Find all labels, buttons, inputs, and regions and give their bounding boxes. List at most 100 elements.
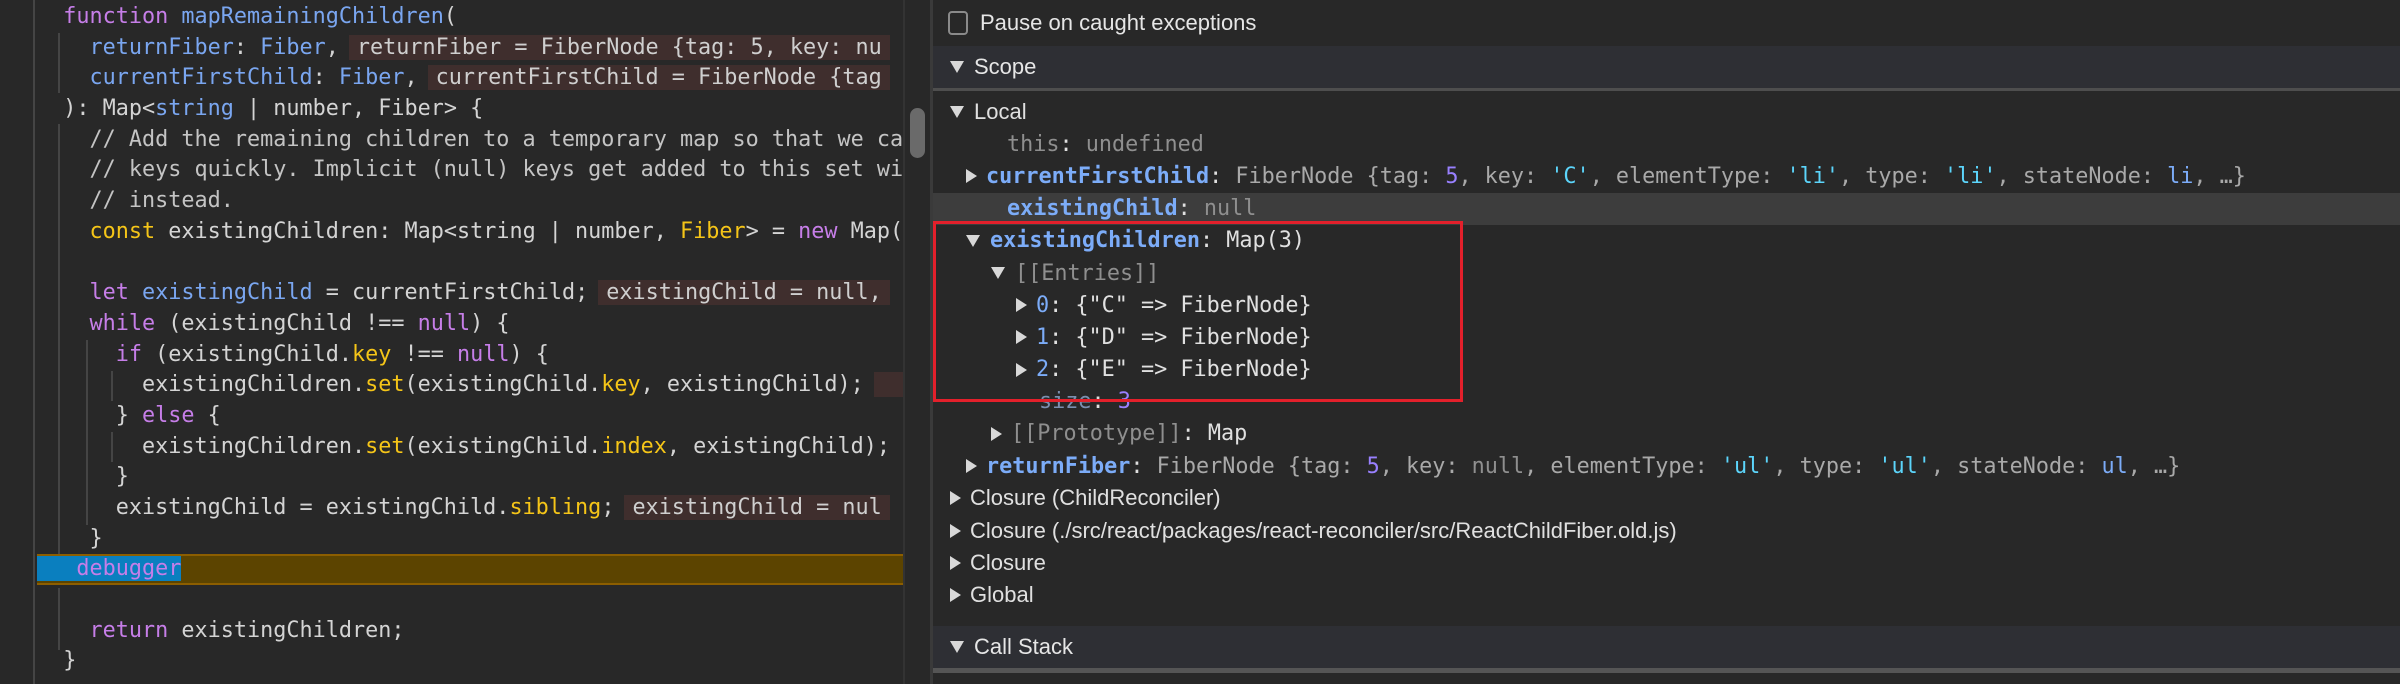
editor-scrollbar-thumb[interactable]: [910, 108, 925, 158]
code-line[interactable]: // Add the remaining children to a tempo…: [37, 125, 903, 156]
property-name: size: [1039, 389, 1092, 415]
inline-value-preview: returnFiber = FiberNode {tag: 5, key: nu: [348, 34, 890, 60]
property-name: existingChildren: [990, 228, 1200, 254]
code-token: ,: [325, 34, 339, 60]
code-line[interactable]: [37, 248, 903, 279]
code-line[interactable]: existingChildren.set(existingChild.index…: [37, 432, 903, 463]
scope-group[interactable]: Closure (./src/react/packages/react-reco…: [933, 514, 2400, 546]
property-value: , …}: [2127, 453, 2181, 479]
property-name: 0: [1036, 292, 1050, 318]
property-name: existingChild: [1007, 196, 1178, 222]
code-token: Fiber: [260, 34, 326, 60]
property-name: Closure (./src/react/packages/react-reco…: [970, 517, 1677, 543]
inline-value-preview: existingChild = nul: [624, 495, 890, 520]
property-value: :: [1130, 453, 1157, 479]
code-token: sibling: [509, 495, 602, 520]
code-token: Fiber: [680, 218, 746, 244]
code-token: function: [63, 4, 169, 29]
code-line[interactable]: }: [37, 646, 903, 677]
divider: [933, 668, 2400, 673]
code-line[interactable]: // instead.: [37, 186, 903, 217]
source-editor[interactable]: function mapRemainingChildren( returnFib…: [0, 0, 930, 684]
code-line[interactable]: return existingChildren;: [37, 616, 903, 647]
triangle-right-icon[interactable]: [991, 426, 1002, 441]
pause-caught-checkbox[interactable]: [948, 11, 968, 35]
call-stack-section-header[interactable]: Call Stack: [933, 626, 2400, 668]
triangle-right-icon[interactable]: [1016, 298, 1027, 313]
scope-property[interactable]: this: undefined: [933, 128, 2400, 160]
triangle-down-icon[interactable]: [991, 267, 1005, 280]
code-line[interactable]: existingChildren.set(existingChild.key, …: [37, 370, 903, 401]
triangle-right-icon[interactable]: [950, 555, 961, 570]
code-line[interactable]: ): Map<string | number, Fiber> {: [37, 94, 903, 125]
code-token: currentFirstChild: [89, 65, 313, 91]
scope-group[interactable]: Closure (ChildReconciler): [933, 482, 2400, 514]
code-line[interactable]: function mapRemainingChildren(: [37, 2, 903, 33]
scope-property[interactable]: 2: {"E" => FiberNode}: [933, 354, 2400, 386]
code-token: null: [456, 341, 510, 367]
code-token: Map(: [837, 218, 903, 244]
paused-line[interactable]: debugger: [37, 554, 903, 586]
code-token: !==: [391, 341, 457, 367]
code-token: existingChild: [142, 280, 313, 306]
code-token: (existingChild.: [142, 341, 352, 367]
pause-on-caught-exceptions[interactable]: Pause on caught exceptions: [933, 0, 2400, 46]
code-line[interactable]: const existingChildren: Map<string | num…: [37, 217, 904, 248]
scope-property[interactable]: existingChild: null: [933, 192, 2400, 225]
code-line[interactable]: [37, 585, 903, 616]
code-token: // instead.: [37, 188, 234, 214]
code-line[interactable]: if (existingChild.key !== null) {: [37, 340, 903, 371]
triangle-right-icon[interactable]: [950, 587, 961, 602]
scope-property[interactable]: 0: {"C" => FiberNode}: [933, 289, 2400, 321]
code-line[interactable]: }: [37, 462, 903, 493]
scope-property[interactable]: size: 3: [933, 386, 2400, 418]
scope-group[interactable]: Local: [933, 96, 2400, 128]
scope-property[interactable]: [[Prototype]]: Map: [933, 418, 2400, 450]
code-line[interactable]: existingChild = existingChild.sibling; ex…: [37, 493, 903, 524]
triangle-right-icon[interactable]: [1016, 362, 1027, 377]
triangle-right-icon[interactable]: [966, 169, 977, 184]
triangle-down-icon[interactable]: [950, 106, 964, 119]
code-line[interactable]: returnFiber: Fiber, returnFiber = FiberNo…: [37, 33, 903, 64]
call-stack-title: Call Stack: [974, 634, 1074, 659]
code-token: ;: [601, 495, 615, 520]
code-line[interactable]: }: [37, 524, 903, 555]
code-token: ): Map<: [37, 96, 156, 122]
code-token: ) {: [509, 341, 549, 367]
scope-property[interactable]: returnFiber: FiberNode {tag: 5, key: nul…: [933, 450, 2400, 482]
code-line[interactable]: } else {: [37, 401, 903, 432]
code-token: let: [89, 280, 129, 306]
scope-property[interactable]: [[Entries]]: [933, 257, 2400, 289]
property-value: 5: [1445, 163, 1459, 189]
scope-section-header[interactable]: Scope: [933, 46, 2400, 88]
property-value: 'C': [1550, 163, 1590, 189]
scope-group[interactable]: Closure: [933, 547, 2400, 579]
scope-property[interactable]: 1: {"D" => FiberNode}: [933, 321, 2400, 353]
triangle-right-icon[interactable]: [966, 459, 977, 474]
property-value: :: [1091, 389, 1118, 415]
code-line[interactable]: currentFirstChild: Fiber, currentFirstChi…: [37, 63, 903, 94]
code-token: (existingChild !==: [155, 310, 418, 336]
code-token: while: [89, 310, 156, 336]
scope-group[interactable]: Global: [933, 579, 2400, 611]
scope-property[interactable]: existingChildren: Map(3): [933, 225, 2400, 257]
code-lines[interactable]: function mapRemainingChildren( returnFib…: [37, 2, 903, 677]
scope-property[interactable]: currentFirstChild: FiberNode {tag: 5, ke…: [933, 160, 2400, 192]
property-value: ul: [2101, 453, 2128, 479]
triangle-right-icon[interactable]: [950, 491, 961, 506]
code-line[interactable]: // keys quickly. Implicit (null) keys ge…: [37, 155, 903, 186]
code-token: null: [417, 310, 471, 336]
triangle-right-icon[interactable]: [950, 523, 961, 538]
property-value: , stateNode:: [1996, 163, 2168, 189]
triangle-right-icon[interactable]: [1016, 330, 1027, 345]
code-line[interactable]: let existingChild = currentFirstChild; ex…: [37, 278, 903, 309]
code-line[interactable]: while (existingChild !== null) {: [37, 309, 903, 340]
triangle-down-icon[interactable]: [966, 234, 980, 247]
code-token: , existingChild);: [666, 433, 891, 459]
scope-title: Scope: [974, 54, 1037, 79]
